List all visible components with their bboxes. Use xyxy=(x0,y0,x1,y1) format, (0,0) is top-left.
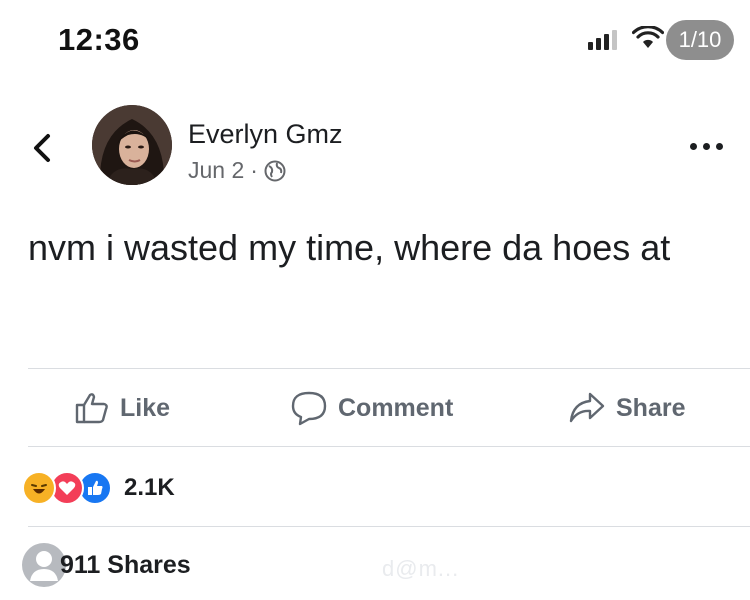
like-label: Like xyxy=(120,393,171,422)
page-indicator: 1/10 xyxy=(666,20,734,60)
post-meta: Jun 2 · xyxy=(188,157,286,184)
comment-button[interactable]: Comment xyxy=(290,390,453,426)
post-date[interactable]: Jun 2 xyxy=(188,157,244,184)
meta-separator: · xyxy=(250,157,258,183)
action-bar: Like Comment Share xyxy=(0,370,750,446)
globe-icon xyxy=(264,160,286,181)
like-button[interactable]: Like xyxy=(74,390,170,426)
back-chevron-icon[interactable] xyxy=(28,133,58,163)
post-text: nvm i wasted my time, where da hoes at xyxy=(28,227,671,268)
post-header: Everlyn Gmz Jun 2 · xyxy=(0,95,750,195)
shares-count: 911 Shares xyxy=(60,550,191,579)
share-label: Share xyxy=(616,393,686,422)
reactions-summary[interactable]: 2.1K xyxy=(22,470,175,506)
divider xyxy=(28,368,750,369)
haha-icon xyxy=(22,471,56,505)
more-options-icon[interactable] xyxy=(688,139,728,153)
divider xyxy=(28,446,750,447)
comment-label: Comment xyxy=(338,393,454,422)
author-name[interactable]: Everlyn Gmz xyxy=(188,119,343,150)
watermark: d@m... xyxy=(382,556,460,581)
clock: 12:36 xyxy=(58,22,140,57)
thumbs-up-icon xyxy=(75,393,108,424)
shares-row[interactable]: 911 Shares xyxy=(22,540,191,590)
cellular-signal-icon xyxy=(588,28,624,50)
share-button[interactable]: Share xyxy=(568,390,685,426)
wifi-icon xyxy=(632,26,664,48)
comment-bubble-icon xyxy=(291,391,327,426)
reaction-count: 2.1K xyxy=(124,474,175,501)
share-arrow-icon xyxy=(569,392,605,423)
avatar-portrait-icon xyxy=(92,105,172,185)
status-bar: 12:36 1/10 xyxy=(0,0,750,80)
divider xyxy=(28,526,750,527)
author-avatar[interactable] xyxy=(92,105,172,185)
